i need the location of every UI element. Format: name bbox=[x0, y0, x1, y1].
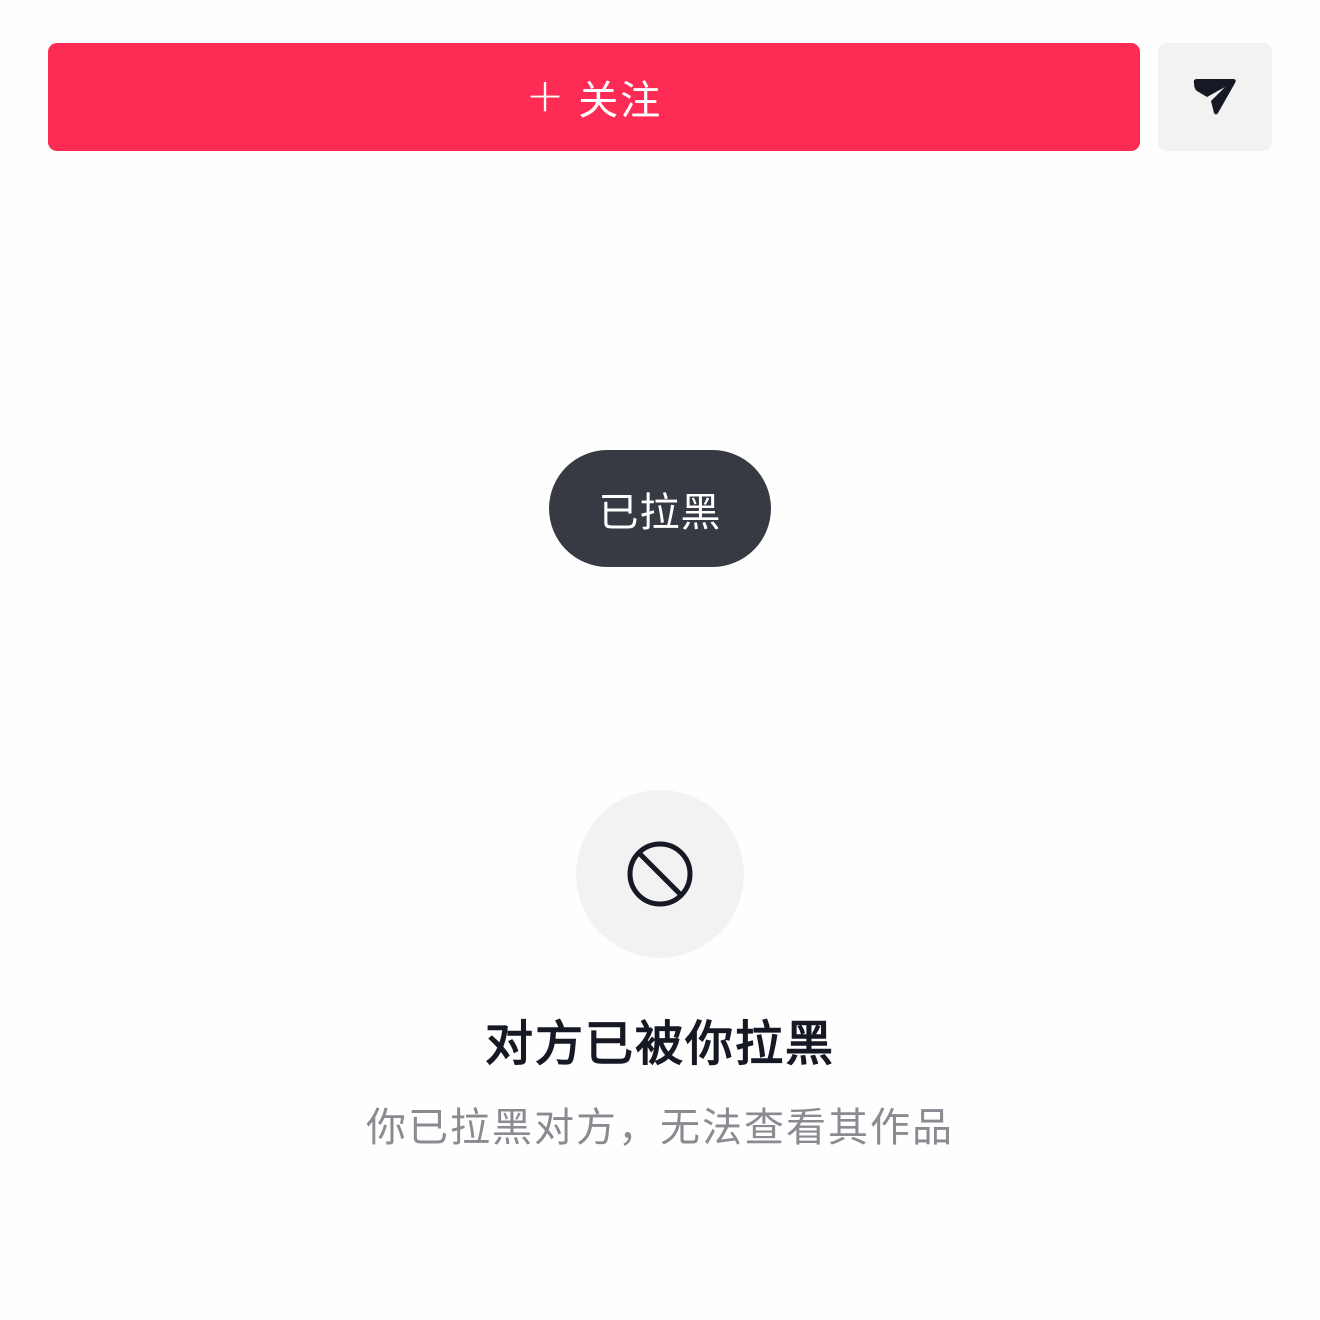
user-profile-page: + 关注 已拉黑 对方已被你拉黑 你已拉黑对方，无法查看其作品 bbox=[0, 0, 1320, 1320]
share-button[interactable] bbox=[1158, 43, 1272, 151]
blocked-toast: 已拉黑 bbox=[549, 450, 771, 567]
plus-icon: + bbox=[525, 68, 565, 122]
send-arrow-icon bbox=[1193, 79, 1236, 115]
blocked-subtitle: 你已拉黑对方，无法查看其作品 bbox=[366, 1105, 954, 1151]
follow-button-label: 关注 bbox=[578, 78, 663, 124]
blocked-toast-text: 已拉黑 bbox=[598, 489, 722, 536]
block-icon-container bbox=[576, 790, 744, 958]
block-icon bbox=[627, 841, 693, 907]
blocked-title: 对方已被你拉黑 bbox=[484, 1016, 835, 1072]
follow-button[interactable]: + 关注 bbox=[48, 43, 1140, 151]
